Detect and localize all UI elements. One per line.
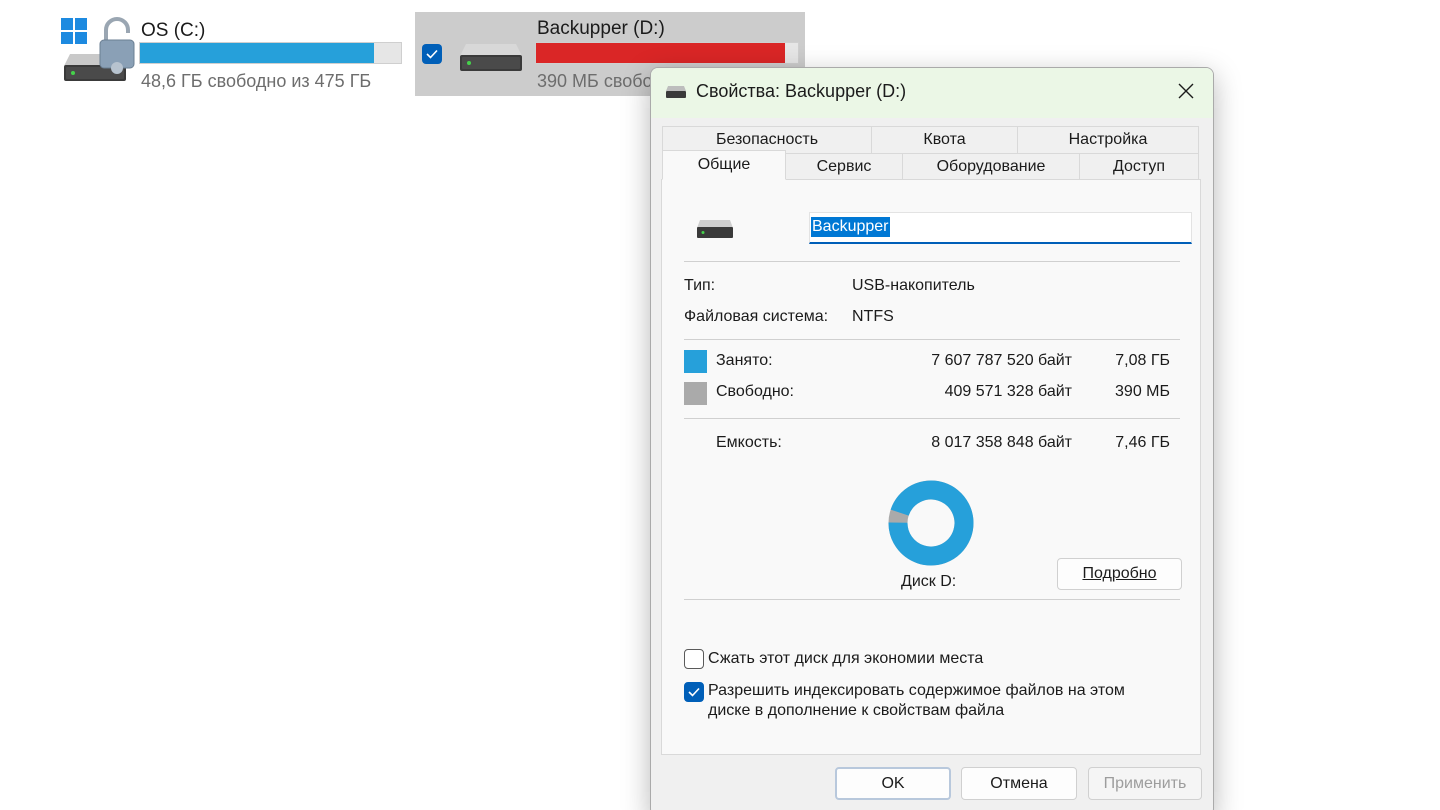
type-label: Тип: bbox=[684, 277, 716, 294]
used-size: 7,08 ГБ bbox=[1115, 352, 1170, 369]
donut-used-segment bbox=[888, 480, 974, 566]
capacity-size: 7,46 ГБ bbox=[1115, 434, 1170, 451]
disk-label: Диск D: bbox=[901, 573, 957, 590]
drive-name: OS (C:) bbox=[141, 20, 206, 41]
type-value: USB-накопитель bbox=[852, 277, 975, 294]
windows-logo-icon bbox=[61, 18, 87, 44]
hdd-icon bbox=[460, 44, 522, 71]
dialog-title: Свойства: Backupper (D:) bbox=[696, 81, 907, 101]
capacity-bytes: 8 017 358 848 байт bbox=[931, 434, 1072, 451]
drive-usage-bar bbox=[535, 42, 799, 64]
disk-usage-donut bbox=[888, 480, 974, 566]
separator bbox=[684, 261, 1180, 262]
filesystem-label: Файловая система: bbox=[684, 308, 829, 325]
close-button[interactable] bbox=[1166, 74, 1206, 108]
cancel-button[interactable]: Отмена bbox=[961, 767, 1077, 800]
drive-tile-c[interactable]: OS (C:) 48,6 ГБ свободно из 475 ГБ bbox=[60, 12, 405, 96]
drive-usage-bar bbox=[139, 42, 402, 64]
usb-drive-icon bbox=[697, 220, 733, 238]
index-checkbox[interactable] bbox=[684, 682, 704, 702]
tab-tools[interactable]: Сервис bbox=[785, 153, 903, 180]
drive-free-space: 48,6 ГБ свободно из 475 ГБ bbox=[141, 71, 372, 91]
used-bytes: 7 607 787 520 байт bbox=[931, 352, 1072, 369]
free-size: 390 МБ bbox=[1115, 383, 1170, 400]
separator bbox=[684, 339, 1180, 340]
free-label: Свободно: bbox=[716, 383, 794, 400]
details-button[interactable]: Подробно bbox=[1057, 558, 1182, 590]
drive-usage-fill bbox=[536, 43, 785, 63]
drive-usage-fill bbox=[140, 43, 375, 63]
free-bytes: 409 571 328 байт bbox=[944, 383, 1072, 400]
checkmark-icon bbox=[688, 687, 700, 697]
used-label: Занято: bbox=[716, 352, 773, 369]
index-label: Разрешить индексировать содержимое файло… bbox=[708, 682, 1125, 719]
close-icon bbox=[1178, 83, 1194, 99]
separator bbox=[684, 599, 1180, 600]
used-space-swatch bbox=[684, 350, 707, 373]
selection-checkbox[interactable] bbox=[422, 44, 442, 64]
tab-hardware[interactable]: Оборудование bbox=[902, 153, 1080, 180]
tab-customize[interactable]: Настройка bbox=[1017, 126, 1199, 154]
compress-label: Сжать этот диск для экономии места bbox=[708, 650, 984, 667]
filesystem-value: NTFS bbox=[852, 308, 894, 325]
details-button-label: Подробно bbox=[1082, 565, 1157, 582]
capacity-label: Емкость: bbox=[716, 434, 782, 451]
volume-label-input[interactable]: Backupper bbox=[809, 212, 1192, 244]
ok-button[interactable]: OK bbox=[835, 767, 951, 800]
compress-checkbox[interactable] bbox=[684, 649, 704, 669]
free-space-swatch bbox=[684, 382, 707, 405]
lock-icon bbox=[99, 17, 135, 74]
drive-free-space: 390 МБ свобо bbox=[537, 71, 653, 91]
drive-name: Backupper (D:) bbox=[537, 18, 665, 39]
properties-dialog: Свойства: Backupper (D:) Безопасность Кв… bbox=[650, 67, 1214, 810]
general-tab-panel: Backupper Тип: USB-накопитель Файловая с… bbox=[661, 179, 1201, 755]
tab-quota[interactable]: Квота bbox=[871, 126, 1018, 154]
usb-drive-icon bbox=[666, 86, 686, 98]
tab-general[interactable]: Общие bbox=[662, 150, 786, 180]
checkmark-icon bbox=[426, 49, 438, 59]
dialog-titlebar[interactable]: Свойства: Backupper (D:) bbox=[651, 68, 1213, 118]
tab-sharing[interactable]: Доступ bbox=[1079, 153, 1199, 180]
apply-button[interactable]: Применить bbox=[1088, 767, 1202, 800]
separator bbox=[684, 418, 1180, 419]
volume-label-text: Backupper bbox=[811, 217, 890, 237]
